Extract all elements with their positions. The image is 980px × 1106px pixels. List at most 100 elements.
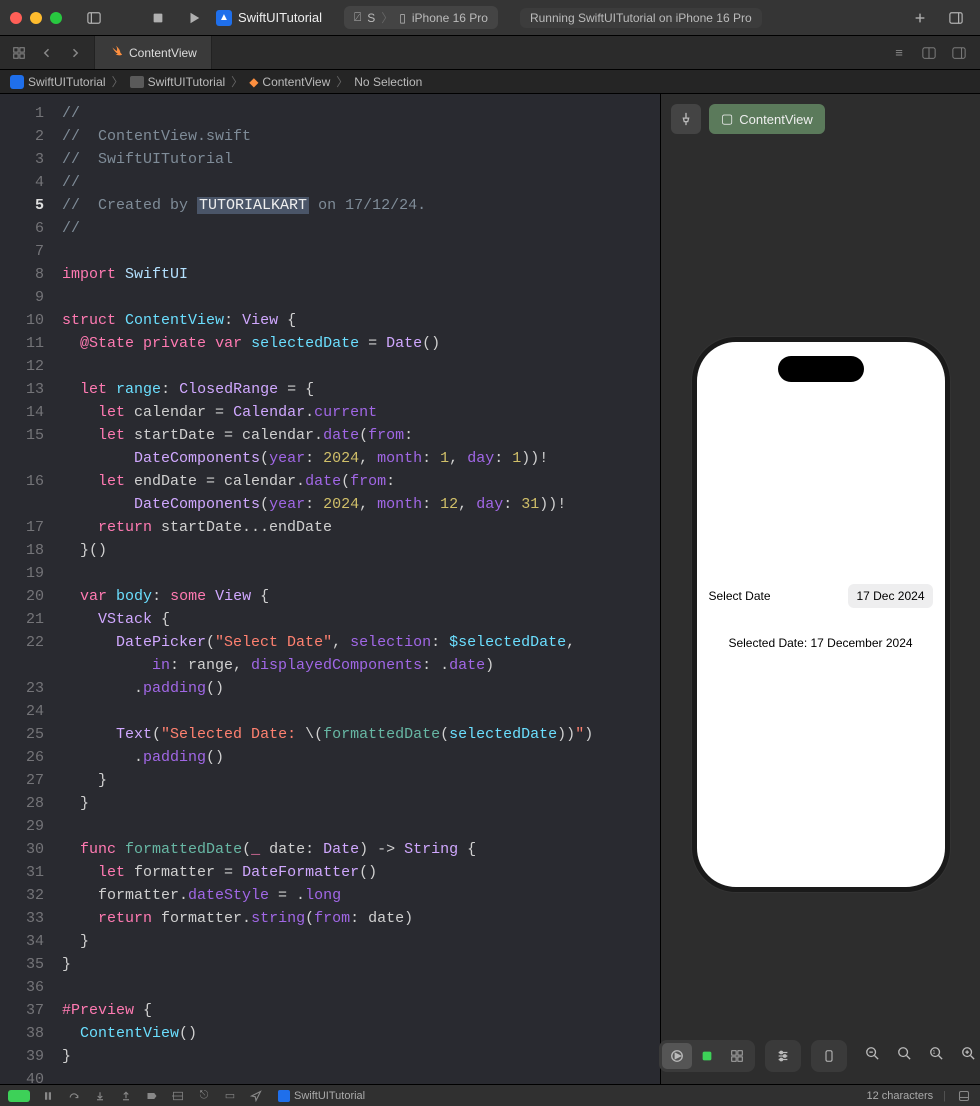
code-line[interactable]: Text("Selected Date: \(formattedDate(sel… [62, 723, 660, 746]
code-line[interactable]: }() [62, 539, 660, 562]
toggle-inspector-button[interactable] [942, 7, 970, 29]
add-tab-button[interactable] [906, 7, 934, 29]
code-line[interactable]: DatePicker("Select Date", selection: $se… [62, 631, 660, 677]
canvas-toggle-button[interactable] [918, 42, 940, 64]
code-line[interactable]: formatter.dateStyle = .long [62, 884, 660, 907]
editor-tab[interactable]: ContentView [94, 36, 212, 69]
zoom-out-button[interactable] [857, 1040, 887, 1066]
datepicker-label: Select Date [709, 589, 771, 603]
simulator-device[interactable]: Select Date 17 Dec 2024 Selected Date: 1… [692, 337, 950, 892]
activity-status: Running SwiftUITutorial on iPhone 16 Pro [520, 8, 762, 28]
jump-bar[interactable]: SwiftUITutorial 〉 SwiftUITutorial 〉 ◆ Co… [0, 70, 980, 94]
code-line[interactable] [62, 976, 660, 999]
code-line[interactable]: } [62, 930, 660, 953]
code-line[interactable] [62, 286, 660, 309]
debug-memory-icon[interactable]: ⎋ [196, 1088, 212, 1104]
line-gutter: 1234567891011121314151617181920212223242… [0, 94, 56, 1084]
adjust-editor-button[interactable]: ≡ [888, 42, 910, 64]
code-line[interactable]: } [62, 792, 660, 815]
device-icon: ▯ [399, 11, 406, 25]
code-line[interactable]: } [62, 769, 660, 792]
code-line[interactable]: return formatter.string(from: date) [62, 907, 660, 930]
code-line[interactable]: // Created by TUTORIALKART on 17/12/24. [62, 194, 660, 217]
code-line[interactable]: // ContentView.swift [62, 125, 660, 148]
variants-button[interactable] [722, 1043, 752, 1069]
run-destination[interactable]: ⍁ S 〉 ▯ iPhone 16 Pro [344, 6, 498, 29]
code-line[interactable]: #Preview { [62, 999, 660, 1022]
code-line[interactable]: return startDate...endDate [62, 516, 660, 539]
step-out-button[interactable] [118, 1088, 134, 1104]
swift-file-icon [109, 44, 123, 61]
debug-indicator[interactable] [8, 1090, 30, 1102]
code-line[interactable]: @State private var selectedDate = Date() [62, 332, 660, 355]
code-line[interactable]: } [62, 1045, 660, 1068]
code-line[interactable]: // [62, 217, 660, 240]
code-line[interactable]: .padding() [62, 677, 660, 700]
device-settings-button[interactable] [768, 1043, 798, 1069]
code-line[interactable]: // SwiftUITutorial [62, 148, 660, 171]
code-line[interactable]: } [62, 953, 660, 976]
code-line[interactable]: let startDate = calendar.date(from: Date… [62, 424, 660, 470]
datepicker-row: Select Date 17 Dec 2024 [707, 578, 935, 614]
zoom-actual-button[interactable] [889, 1040, 919, 1066]
close-window-button[interactable] [10, 12, 22, 24]
code-line[interactable] [62, 355, 660, 378]
code-line[interactable]: ContentView() [62, 1022, 660, 1045]
code-line[interactable] [62, 700, 660, 723]
step-into-button[interactable] [92, 1088, 108, 1104]
debug-ui-icon[interactable]: ▭ [222, 1088, 238, 1104]
location-icon[interactable] [248, 1088, 264, 1104]
orientation-button[interactable] [814, 1043, 844, 1069]
code-line[interactable]: let range: ClosedRange = { [62, 378, 660, 401]
code-line[interactable]: func formattedDate(_ date: Date) -> Stri… [62, 838, 660, 861]
run-button[interactable] [180, 7, 208, 29]
source-editor[interactable]: 1234567891011121314151617181920212223242… [0, 94, 660, 1084]
minimize-window-button[interactable] [30, 12, 42, 24]
code-line[interactable] [62, 1068, 660, 1084]
nav-forward-button[interactable] [64, 42, 86, 64]
code-line[interactable]: let formatter = DateFormatter() [62, 861, 660, 884]
pin-preview-button[interactable] [671, 104, 701, 134]
zoom-fit-button[interactable]: 1 [921, 1040, 951, 1066]
step-over-button[interactable] [66, 1088, 82, 1104]
code-line[interactable]: let endDate = calendar.date(from: DateCo… [62, 470, 660, 516]
code-line[interactable]: // [62, 171, 660, 194]
related-items-button[interactable] [8, 42, 30, 64]
code-line[interactable]: // [62, 102, 660, 125]
live-preview-button[interactable] [662, 1043, 692, 1069]
code-line[interactable] [62, 240, 660, 263]
crumb-folder[interactable]: SwiftUITutorial [130, 75, 226, 89]
toggle-navigator-button[interactable] [80, 7, 108, 29]
code-line[interactable]: import SwiftUI [62, 263, 660, 286]
code-line[interactable]: VStack { [62, 608, 660, 631]
code-line[interactable] [62, 562, 660, 585]
scheme-selector[interactable]: ▲ SwiftUITutorial [216, 10, 322, 26]
debug-view-icon[interactable] [170, 1088, 186, 1104]
datepicker-value[interactable]: 17 Dec 2024 [848, 584, 932, 608]
nav-back-button[interactable] [36, 42, 58, 64]
code-line[interactable]: struct ContentView: View { [62, 309, 660, 332]
code-line[interactable]: var body: some View { [62, 585, 660, 608]
crumb-project[interactable]: SwiftUITutorial [10, 75, 106, 89]
code-line[interactable] [62, 815, 660, 838]
zoom-in-button[interactable] [953, 1040, 980, 1066]
crumb-file[interactable]: ◆ ContentView [249, 75, 330, 89]
pause-button[interactable] [40, 1088, 56, 1104]
stop-button[interactable] [144, 7, 172, 29]
zoom-window-button[interactable] [50, 12, 62, 24]
toggle-debug-area-button[interactable] [956, 1088, 972, 1104]
add-editor-button[interactable] [948, 42, 970, 64]
process-label[interactable]: SwiftUITutorial [278, 1090, 365, 1102]
code-line[interactable]: .padding() [62, 746, 660, 769]
preview-tab-label: ContentView [739, 112, 812, 127]
preview-tab[interactable]: ▢ ContentView [709, 104, 825, 134]
code-area[interactable]: //// ContentView.swift// SwiftUITutorial… [56, 94, 660, 1084]
app-icon: ▲ [216, 10, 232, 26]
crumb-selection[interactable]: No Selection [354, 75, 422, 89]
device-area: Select Date 17 Dec 2024 Selected Date: 1… [661, 144, 980, 1084]
folder-icon [130, 76, 144, 88]
selectable-preview-button[interactable] [692, 1043, 722, 1069]
breakpoint-icon[interactable] [144, 1088, 160, 1104]
code-line[interactable]: let calendar = Calendar.current [62, 401, 660, 424]
app-content: Select Date 17 Dec 2024 Selected Date: 1… [697, 342, 945, 887]
